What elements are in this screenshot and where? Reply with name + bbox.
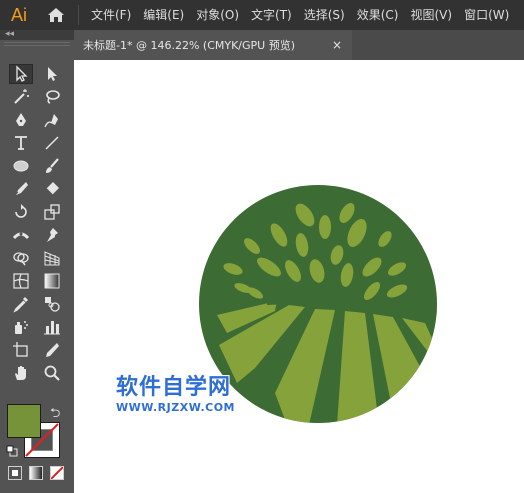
- none-mode-button[interactable]: [50, 466, 64, 480]
- document-tab-title: 未标题-1* @ 146.22% (CMYK/GPU 预览): [83, 39, 295, 52]
- document-tab[interactable]: 未标题-1* @ 146.22% (CMYK/GPU 预览) ×: [74, 30, 352, 60]
- menu-effect[interactable]: 效果(C): [351, 0, 405, 30]
- pen-tool[interactable]: [9, 110, 33, 130]
- color-mode-inner: [12, 470, 18, 476]
- shaper-tool[interactable]: [9, 179, 33, 199]
- shape-builder-tool[interactable]: [9, 248, 33, 268]
- watermark-title: 软件自学网: [116, 375, 232, 400]
- direct-selection-tool[interactable]: [40, 64, 64, 84]
- pen-tool-icon: [16, 113, 26, 126]
- menu-separator: [78, 5, 79, 25]
- ellipse-tool-icon: [13, 160, 29, 172]
- zoom-tool[interactable]: [40, 363, 64, 383]
- gradient-tool[interactable]: [40, 271, 64, 291]
- watermark-url: WWW.RJZXW.COM: [116, 401, 235, 414]
- blend-tool[interactable]: [40, 294, 64, 314]
- column-graph-tool-icon: [44, 321, 60, 335]
- hand-tool[interactable]: [9, 363, 33, 383]
- slice-tool-icon: [46, 343, 59, 357]
- rotate-tool[interactable]: [9, 202, 33, 222]
- perspective-grid-tool-icon: [44, 251, 60, 266]
- zoom-tool-icon: [44, 365, 60, 381]
- ellipse-tool[interactable]: [9, 156, 33, 176]
- selection-tool-icon: [16, 65, 28, 82]
- type-tool[interactable]: [9, 133, 33, 153]
- color-mode-button[interactable]: [8, 466, 22, 480]
- watermark: 软件自学网 WWW.RJZXW.COM: [116, 375, 316, 414]
- puppet-warp-tool-icon: [47, 228, 58, 242]
- magic-wand-tool[interactable]: [9, 87, 33, 107]
- paintbrush-tool[interactable]: [40, 156, 64, 176]
- gradient-tool-icon: [44, 273, 60, 289]
- menu-type[interactable]: 文字(T): [245, 0, 298, 30]
- eraser-tool[interactable]: [40, 179, 64, 199]
- width-tool-icon: [12, 232, 30, 240]
- symbol-sprayer-tool[interactable]: [9, 317, 33, 337]
- menu-bar: Ai 文件(F) 编辑(E) 对象(O) 文字(T) 选择(S) 效果(C) 视…: [0, 0, 524, 30]
- menu-window[interactable]: 窗口(W): [458, 0, 515, 30]
- document-tab-bar: 未标题-1* @ 146.22% (CMYK/GPU 预览) ×: [74, 30, 524, 60]
- scale-tool-icon: [44, 204, 60, 220]
- app-logo: Ai: [10, 4, 27, 25]
- collapse-panel-icon[interactable]: ◂◂: [5, 29, 14, 39]
- curvature-tool[interactable]: [40, 110, 64, 130]
- eyedropper-tool-icon: [13, 297, 28, 313]
- eyedropper-tool[interactable]: [9, 294, 33, 314]
- artboard-tool[interactable]: [9, 340, 33, 360]
- line-segment-tool-icon: [45, 136, 59, 150]
- shaper-tool-icon: [13, 182, 28, 197]
- home-button[interactable]: [44, 4, 68, 26]
- default-fill-stroke-icon[interactable]: [6, 445, 18, 457]
- mesh-tool[interactable]: [9, 271, 33, 291]
- lasso-tool-icon: [46, 90, 60, 104]
- magic-wand-tool-icon: [14, 89, 29, 104]
- slice-tool[interactable]: [40, 340, 64, 360]
- menu-view[interactable]: 视图(V): [404, 0, 458, 30]
- menu-file[interactable]: 文件(F): [85, 0, 137, 30]
- paintbrush-tool-icon: [46, 158, 59, 173]
- blend-tool-icon: [45, 297, 60, 312]
- type-tool-icon: [15, 136, 27, 150]
- width-tool[interactable]: [9, 225, 33, 245]
- gradient-mode-button[interactable]: [29, 466, 43, 480]
- symbol-sprayer-tool-icon: [15, 321, 28, 334]
- rotate-tool-icon: [15, 204, 27, 218]
- menu-object[interactable]: 对象(O): [190, 0, 245, 30]
- leaf: [319, 215, 331, 239]
- home-icon: [48, 8, 64, 22]
- selection-tool[interactable]: [9, 64, 33, 84]
- tools-panel-header: ◂◂: [0, 29, 74, 40]
- eraser-tool-icon: [45, 182, 59, 196]
- menu-select[interactable]: 选择(S): [298, 0, 351, 30]
- artboard-tool-icon: [13, 342, 28, 357]
- close-tab-icon[interactable]: ×: [332, 38, 342, 52]
- fill-swatch[interactable]: [7, 404, 41, 438]
- curvature-tool-icon: [44, 114, 58, 128]
- scale-tool[interactable]: [40, 202, 64, 222]
- shape-builder-tool-icon: [13, 252, 29, 266]
- menu-edit[interactable]: 编辑(E): [137, 0, 190, 30]
- perspective-grid-tool[interactable]: [40, 248, 64, 268]
- panel-grip[interactable]: [4, 42, 70, 46]
- hand-tool-icon: [15, 366, 26, 380]
- mesh-tool-icon: [13, 273, 29, 289]
- none-icon: [51, 467, 63, 479]
- artboard-canvas[interactable]: 软件自学网 WWW.RJZXW.COM: [74, 60, 524, 493]
- line-segment-tool[interactable]: [40, 133, 64, 153]
- lasso-tool[interactable]: [40, 87, 64, 107]
- puppet-warp-tool[interactable]: [40, 225, 64, 245]
- column-graph-tool[interactable]: [40, 317, 64, 337]
- tools-panel: ◂◂ ⮌: [0, 29, 74, 493]
- direct-selection-tool-icon: [48, 67, 57, 81]
- swap-fill-stroke-icon[interactable]: ⮌: [50, 404, 60, 426]
